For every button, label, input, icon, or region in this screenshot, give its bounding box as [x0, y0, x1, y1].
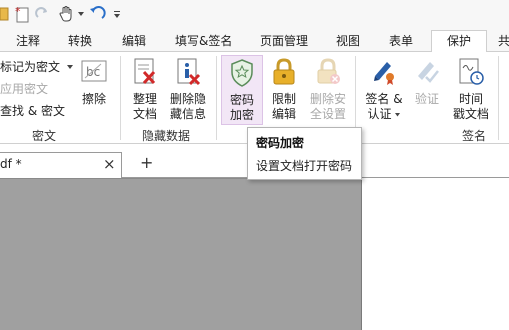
tab-view[interactable]: 视图 — [336, 32, 360, 52]
password-encrypt-label: 密码 加密 — [222, 93, 262, 123]
redo-disabled-icon[interactable] — [34, 4, 50, 24]
sanitize-document-label: 整理 文档 — [127, 92, 163, 122]
chevron-down-icon — [394, 113, 400, 117]
close-icon[interactable]: × — [103, 155, 116, 173]
sign-line2: 认证 — [367, 107, 392, 121]
password-encrypt-button[interactable]: 密码 加密 — [221, 55, 263, 125]
tooltip-title: 密码加密 — [256, 136, 305, 150]
remove-hidden-line1: 删除隐 — [169, 92, 206, 106]
password-line2: 加密 — [229, 108, 254, 122]
password-line1: 密码 — [229, 93, 254, 107]
unlock-disabled-icon — [315, 58, 341, 86]
tab-page-management[interactable]: 页面管理 — [260, 32, 308, 52]
timestamp-line2: 戳文档 — [452, 107, 489, 121]
tab-convert[interactable]: 转换 — [68, 32, 92, 52]
validate-button[interactable]: 验证 — [410, 55, 444, 125]
erase-icon: bc — [81, 58, 107, 86]
shield-lock-icon — [229, 59, 255, 87]
remove-security-line2: 全设置 — [309, 107, 346, 121]
remove-security-line1: 删除安 — [309, 92, 346, 106]
open-icon[interactable] — [0, 4, 14, 24]
group-separator — [120, 56, 121, 140]
sanitize-line2: 文档 — [132, 107, 157, 121]
mark-redaction-label: 标记为密文 — [0, 60, 61, 74]
sign-line1: 签名 & — [365, 92, 403, 106]
group-separator — [498, 56, 499, 140]
quick-access-toolbar: * — [0, 0, 509, 30]
tab-edit[interactable]: 编辑 — [122, 32, 146, 52]
tab-protect[interactable]: 保护 — [431, 30, 487, 53]
find-redact-label: 查找 & 密文 — [0, 104, 65, 118]
timestamp-icon — [458, 58, 484, 86]
group-label-sign: 签名 — [462, 129, 487, 143]
sanitize-document-button[interactable]: 整理 文档 — [127, 55, 163, 125]
find-redact-button[interactable]: 查找 & 密文 — [0, 102, 65, 120]
tab-fill-sign[interactable]: 填写&签名 — [175, 32, 232, 52]
ribbon-tab-bar: 注释 转换 编辑 填写&签名 页面管理 视图 表单 保护 共 — [0, 30, 509, 53]
remove-hidden-info-button[interactable]: 删除隐 藏信息 — [166, 55, 210, 125]
remove-hidden-line2: 藏信息 — [169, 107, 206, 121]
timestamp-document-label: 时间 戳文档 — [448, 92, 494, 122]
restrict-editing-button[interactable]: 限制 编辑 — [265, 55, 303, 125]
remove-hidden-info-icon — [175, 58, 201, 86]
hand-tool-icon[interactable] — [58, 4, 76, 24]
password-encrypt-tooltip: 密码加密 设置文档打开密码 — [247, 127, 362, 180]
tab-annotate[interactable]: 注释 — [16, 32, 40, 52]
remove-security-button[interactable]: 删除安 全设置 — [306, 55, 350, 125]
erase-button[interactable]: bc 擦除 — [76, 55, 112, 125]
validate-disabled-icon — [414, 58, 440, 86]
timestamp-line1: 时间 — [458, 92, 483, 106]
svg-text:*: * — [15, 5, 21, 18]
sign-certify-label: 签名 & 认证 — [360, 92, 408, 122]
tab-share-partial[interactable]: 共 — [498, 32, 509, 52]
sanitize-line1: 整理 — [132, 92, 157, 106]
erase-label: 擦除 — [81, 92, 106, 106]
lock-icon — [271, 58, 297, 86]
document-tab[interactable]: df * × — [0, 152, 122, 178]
remove-hidden-info-label: 删除隐 藏信息 — [166, 92, 210, 122]
chevron-down-icon — [66, 65, 73, 69]
timestamp-document-button[interactable]: 时间 戳文档 — [448, 55, 494, 125]
group-separator — [216, 56, 217, 140]
undo-icon[interactable] — [88, 4, 106, 24]
mark-redaction-button[interactable]: 标记为密文 — [0, 58, 74, 76]
group-label-hidden-data: 隐藏数据 — [142, 129, 191, 143]
new-document-icon[interactable]: * — [14, 4, 30, 24]
document-workspace[interactable] — [0, 178, 361, 330]
tab-form[interactable]: 表单 — [389, 32, 413, 52]
apply-redaction-label: 应用密文 — [0, 82, 49, 96]
remove-security-label: 删除安 全设置 — [306, 92, 350, 122]
sanitize-document-icon — [132, 58, 158, 86]
apply-redaction-button[interactable]: 应用密文 — [0, 80, 48, 98]
new-tab-button[interactable]: + — [140, 153, 153, 172]
pen-ribbon-icon — [371, 58, 397, 86]
sign-certify-button[interactable]: 签名 & 认证 — [360, 55, 408, 125]
document-page[interactable] — [361, 178, 509, 330]
tooltip-description: 设置文档打开密码 — [256, 159, 353, 173]
restrict-line1: 限制 — [271, 92, 296, 106]
validate-label: 验证 — [414, 92, 439, 106]
chevron-down-icon[interactable] — [77, 4, 85, 24]
restrict-editing-label: 限制 编辑 — [265, 92, 303, 122]
group-label-redaction: 密文 — [32, 129, 57, 143]
restrict-line2: 编辑 — [271, 107, 296, 121]
customize-toolbar-icon[interactable] — [113, 4, 121, 24]
document-tab-title: df * — [0, 157, 22, 171]
